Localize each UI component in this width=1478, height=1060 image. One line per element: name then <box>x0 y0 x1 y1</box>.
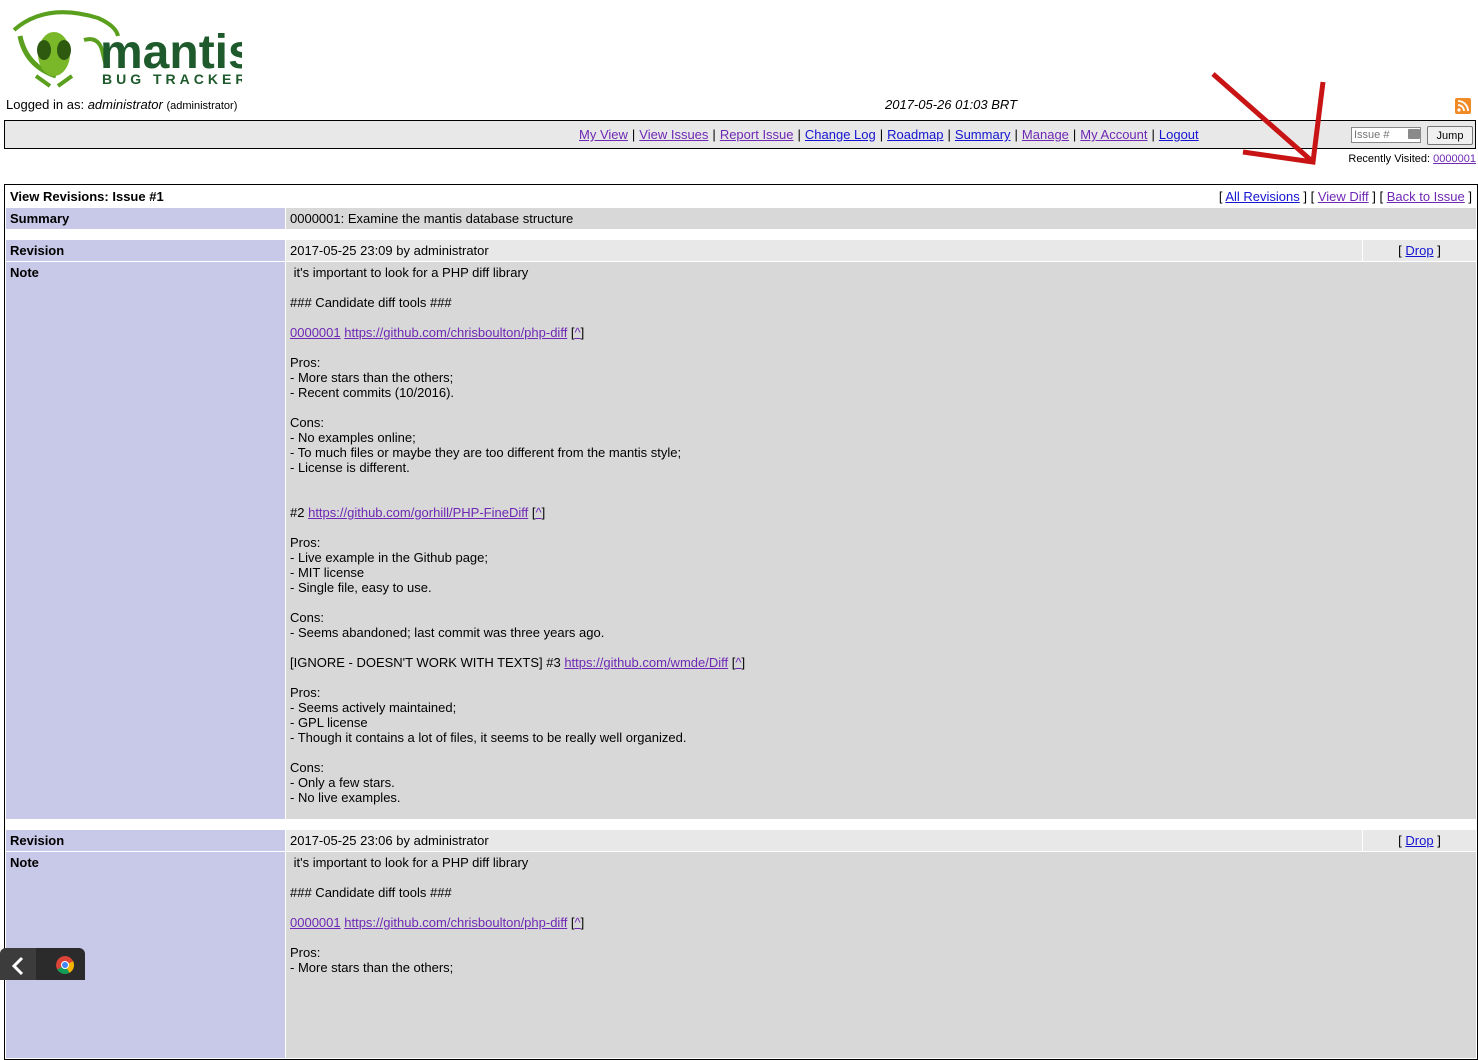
note-line: Cons: <box>290 415 324 430</box>
note-intro: it's important to look for a PHP diff li… <box>293 265 529 280</box>
candidate-3-link[interactable]: https://github.com/wmde/Diff <box>564 655 728 670</box>
recently-visited: Recently Visited: 0000001 <box>1348 153 1476 165</box>
note-line: - MIT license <box>290 565 365 580</box>
candidate-2-link[interactable]: https://github.com/gorhill/PHP-FineDiff <box>308 505 528 520</box>
note-line: Cons: <box>290 610 324 625</box>
summary-label: Summary <box>6 208 285 229</box>
mantis-logo[interactable]: mantis BUG TRACKER <box>6 6 242 90</box>
menu-my-view[interactable]: My View <box>579 127 628 142</box>
note-line: - Recent commits (10/2016). <box>290 385 455 400</box>
candidate-1-line: 0000001 https://github.com/chrisboulton/… <box>290 325 585 340</box>
candidate-2-caret-link[interactable]: ^ <box>535 505 541 520</box>
drop-cell: [ Drop ] <box>1363 830 1476 851</box>
menu-manage[interactable]: Manage <box>1022 127 1069 142</box>
note-line: - No live examples. <box>290 790 401 805</box>
note-line: Cons: <box>290 760 324 775</box>
revision-meta: 2017-05-25 23:06 by administrator <box>286 830 1362 851</box>
menu-roadmap[interactable]: Roadmap <box>887 127 943 142</box>
candidate-3-line: [IGNORE - DOESN'T WORK WITH TEXTS] #3 ht… <box>290 655 746 670</box>
issue-link[interactable]: 0000001 <box>290 915 341 930</box>
menu-report-issue[interactable]: Report Issue <box>720 127 794 142</box>
taskbar <box>0 948 85 980</box>
drop-link[interactable]: Drop <box>1405 833 1433 848</box>
all-revisions-link[interactable]: All Revisions <box>1225 189 1299 204</box>
note-line: - No examples online; <box>290 430 416 445</box>
note-line: - Though it contains a lot of files, it … <box>290 730 687 745</box>
menu-links: My View | View Issues | Report Issue | Change … <box>579 127 1199 142</box>
summary-value: 0000001: Examine the mantis database str… <box>286 208 1476 229</box>
issue-link[interactable]: 0000001 <box>290 325 341 340</box>
jump-button[interactable]: Jump <box>1427 126 1473 145</box>
note-line: - License is different. <box>290 460 410 475</box>
note-label: Note <box>6 262 285 819</box>
note-line: Pros: <box>290 945 321 960</box>
note-line: - Single file, easy to use. <box>290 580 432 595</box>
note-line: - Live example in the Github page; <box>290 550 489 565</box>
candidate-1-line: 0000001 https://github.com/chrisboulton/… <box>290 915 585 930</box>
note-content: it's important to look for a PHP diff li… <box>286 852 1476 1058</box>
note-line: Pros: <box>290 685 321 700</box>
note-line: - Only a few stars. <box>290 775 395 790</box>
candidate-1-caret-link[interactable]: ^ <box>575 915 581 930</box>
note-line: - Seems actively maintained; <box>290 700 457 715</box>
drop-cell: [ Drop ] <box>1363 240 1476 261</box>
revision-meta: 2017-05-25 23:09 by administrator <box>286 240 1362 261</box>
note-line: - More stars than the others; <box>290 960 454 975</box>
login-info: Logged in as: administrator (administrat… <box>6 97 237 112</box>
candidate-2-prefix: #2 <box>290 505 305 520</box>
page-title: View Revisions: Issue #1 <box>6 186 285 207</box>
revisions-table: View Revisions: Issue #1 [ All Revisions… <box>4 184 1478 1060</box>
login-prefix: Logged in as: <box>6 97 85 112</box>
menu-view-issues[interactable]: View Issues <box>639 127 708 142</box>
candidate-2-line: #2 https://github.com/gorhill/PHP-FineDi… <box>290 505 546 520</box>
note-intro: it's important to look for a PHP diff li… <box>293 855 529 870</box>
note-heading: ### Candidate diff tools ### <box>290 295 452 310</box>
rss-icon[interactable] <box>1455 98 1471 114</box>
recently-visited-issue-link[interactable]: 0000001 <box>1433 153 1476 165</box>
candidate-3-caret-link[interactable]: ^ <box>735 655 741 670</box>
menu-my-account[interactable]: My Account <box>1080 127 1147 142</box>
note-heading: ### Candidate diff tools ### <box>290 885 452 900</box>
back-arrow-icon[interactable] <box>0 948 36 980</box>
menu-change-log[interactable]: Change Log <box>805 127 876 142</box>
revision-label: Revision <box>6 240 285 261</box>
recently-visited-label: Recently Visited: <box>1348 153 1431 165</box>
current-datetime: 2017-05-26 01:03 BRT <box>885 97 1018 112</box>
svg-text:BUG TRACKER: BUG TRACKER <box>102 71 242 87</box>
note-line: - GPL license <box>290 715 368 730</box>
menu-summary[interactable]: Summary <box>955 127 1011 142</box>
menu-logout[interactable]: Logout <box>1159 127 1199 142</box>
drop-link[interactable]: Drop <box>1405 243 1433 258</box>
view-diff-link[interactable]: View Diff <box>1318 189 1369 204</box>
autofill-icon <box>1408 129 1420 139</box>
note-line: Pros: <box>290 355 321 370</box>
note-content: it's important to look for a PHP diff li… <box>286 262 1476 819</box>
revision-label: Revision <box>6 830 285 851</box>
note-line: - More stars than the others; <box>290 370 454 385</box>
note-line: Pros: <box>290 535 321 550</box>
candidate-1-link[interactable]: https://github.com/chrisboulton/php-diff <box>344 325 567 340</box>
note-line: - To much files or maybe they are too di… <box>290 445 682 460</box>
candidate-1-caret-link[interactable]: ^ <box>575 325 581 340</box>
note-line: - Seems abandoned; last commit was three… <box>290 625 605 640</box>
chrome-icon[interactable] <box>56 956 74 974</box>
back-to-issue-link[interactable]: Back to Issue <box>1387 189 1465 204</box>
login-username: administrator <box>87 97 163 112</box>
login-role: (administrator) <box>166 100 238 112</box>
candidate-3-prefix: [IGNORE - DOESN'T WORK WITH TEXTS] #3 <box>290 655 561 670</box>
candidate-1-link[interactable]: https://github.com/chrisboulton/php-diff <box>344 915 567 930</box>
revision-nav-links: [ All Revisions ] [ View Diff ] [ Back t… <box>286 186 1476 207</box>
annotation-arrow-icon <box>1211 72 1326 165</box>
